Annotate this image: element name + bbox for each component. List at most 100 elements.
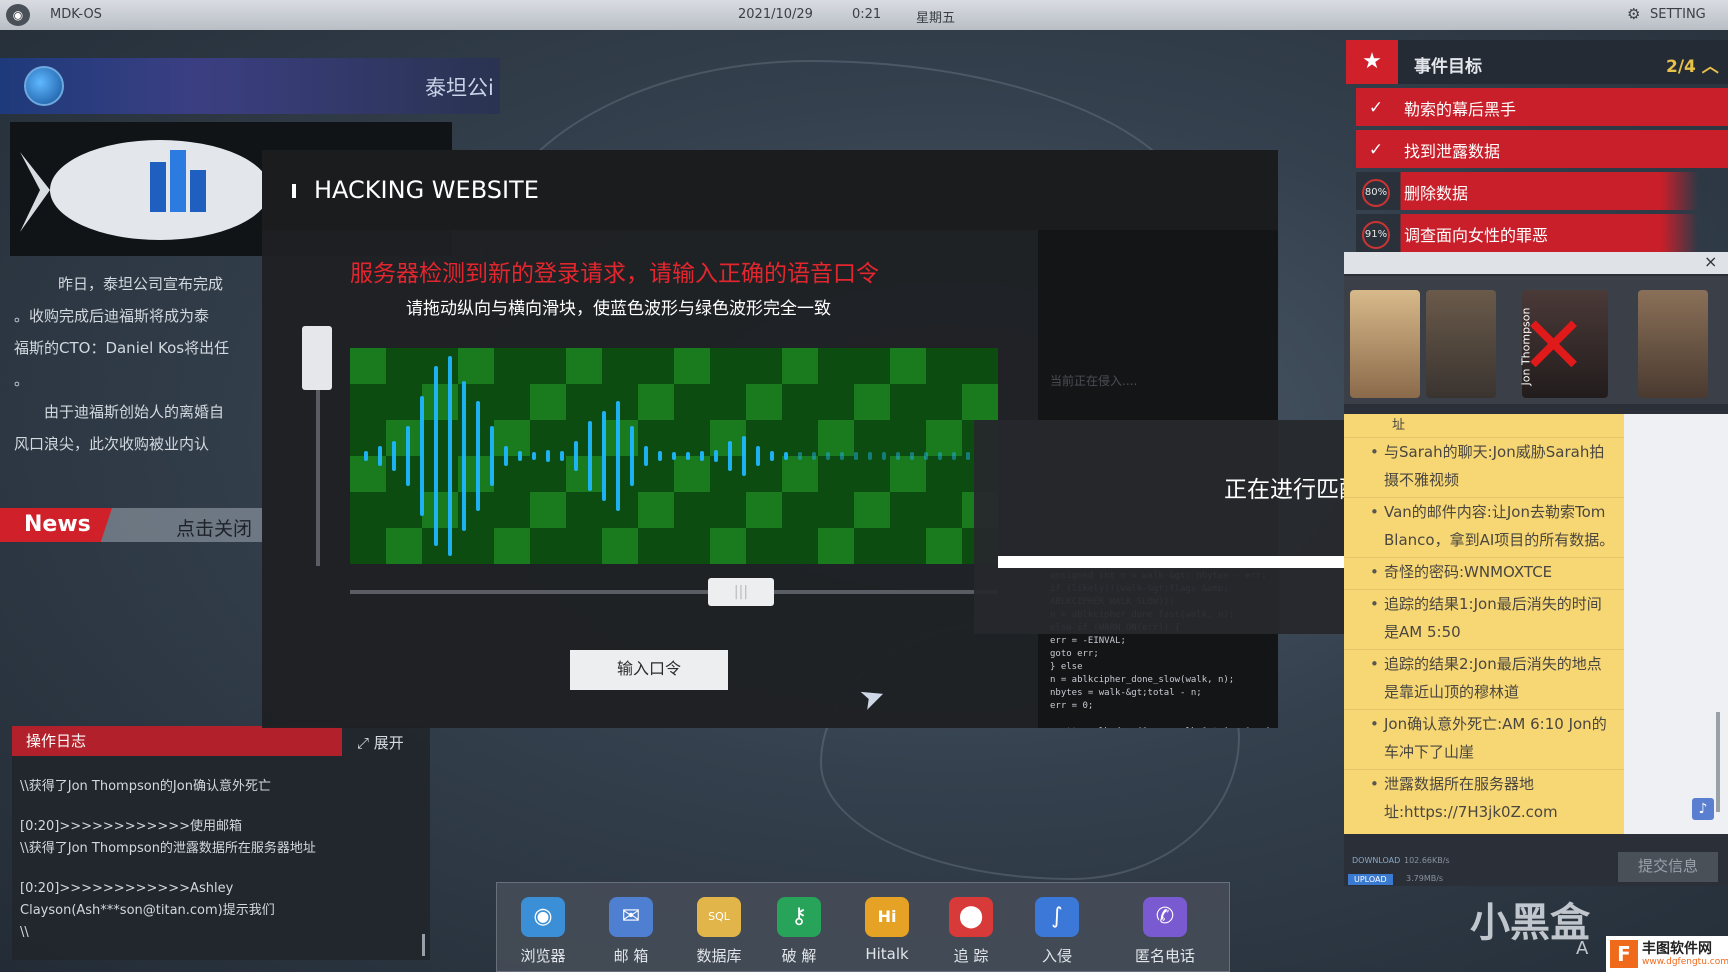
waveform-grid-cell bbox=[494, 528, 530, 564]
horizontal-slider-handle[interactable]: ||| bbox=[708, 578, 774, 606]
news-ticker-bar: News 点击关闭 bbox=[0, 508, 262, 542]
clue-item[interactable]: 追踪的结果2:Jon最后消失的地点是靠近山顶的穆林道 bbox=[1344, 649, 1624, 706]
slider-instruction: 请拖动纵向与横向滑块，使蓝色波形与绿色波形完全一致 bbox=[406, 299, 831, 319]
vertical-slider-handle[interactable] bbox=[302, 326, 332, 390]
news-paragraph: 风口浪尖，此次收购被业内认 bbox=[14, 435, 210, 453]
app-label: 追 踪 bbox=[953, 947, 989, 965]
system-topbar: ◉ MDK-OS 2021/10/29 0:21 星期五 ⚙ SETTING bbox=[0, 0, 1728, 30]
mission-header[interactable]: ★ 事件目标 2/4 ︿ bbox=[1346, 40, 1728, 84]
enter-passphrase-button[interactable]: 输入口令 bbox=[570, 650, 728, 690]
app-hitalk[interactable]: Hi Hitalk bbox=[851, 897, 923, 963]
waveform-bar bbox=[966, 452, 970, 460]
waveform-grid-cell bbox=[494, 420, 530, 456]
app-browser[interactable]: ◉ 浏览器 bbox=[507, 897, 579, 966]
clue-item[interactable]: 与Sarah的聊天:Jon威胁Sarah拍摄不雅视频 bbox=[1344, 437, 1624, 494]
waveform-grid-cell bbox=[854, 384, 890, 420]
waveform-bar bbox=[644, 446, 648, 466]
portrait-man[interactable] bbox=[1426, 290, 1496, 398]
clue-item[interactable]: Van的邮件内容:让Jon去勒索Tom Blanco，拿到AI项目的所有数据。 bbox=[1344, 497, 1624, 554]
clue-panel-titlebar bbox=[1344, 252, 1728, 274]
waveform-grid-cell bbox=[926, 420, 962, 456]
waveform-bar bbox=[504, 446, 508, 466]
portrait-man[interactable] bbox=[1638, 290, 1708, 398]
waveform-grid-cell bbox=[782, 456, 818, 492]
download-speed: 102.66KB/s bbox=[1404, 856, 1450, 865]
waveform-bar bbox=[602, 411, 606, 501]
log-scrollbar[interactable] bbox=[422, 934, 425, 956]
waveform-grid-cell bbox=[386, 420, 422, 456]
log-line: \\获得了Jon Thompson的Jon确认意外死亡 bbox=[20, 779, 271, 794]
clue-item[interactable]: 追踪的结果1:Jon最后消失的时间是AM 5:50 bbox=[1344, 589, 1624, 646]
news-close-button[interactable]: 点击关闭 bbox=[176, 514, 252, 541]
setting-button[interactable]: SETTING bbox=[1650, 7, 1706, 22]
news-tag: News bbox=[0, 508, 112, 542]
app-track[interactable]: ⬤ 追 踪 bbox=[935, 897, 1007, 966]
gear-icon[interactable]: ⚙ bbox=[1627, 5, 1640, 23]
music-note-icon[interactable]: ♪ bbox=[1692, 798, 1714, 820]
news-window-header: 泰坦公i bbox=[0, 58, 500, 114]
upload-speed: 3.79MB/s bbox=[1406, 874, 1444, 883]
clue-item[interactable]: 泄露数据所在服务器地址:https://7H3jk0Z.com bbox=[1344, 769, 1624, 826]
news-paragraph: 。 bbox=[14, 371, 30, 389]
mouse-cursor-icon: ➤ bbox=[854, 676, 891, 719]
waveform-grid-cell bbox=[566, 348, 602, 384]
waveform-grid-cell bbox=[890, 348, 926, 384]
waveform-grid-cell bbox=[710, 528, 746, 564]
waveform-bar bbox=[826, 452, 830, 460]
clue-item[interactable]: Jon确认意外死亡:AM 6:10 Jon的车冲下了山崖 bbox=[1344, 709, 1624, 766]
waveform-grid-cell bbox=[746, 384, 782, 420]
character-portraits: Jon Thompson ✕ bbox=[1344, 276, 1728, 404]
site-url: www.dgfengtu.com bbox=[1642, 957, 1728, 967]
app-intrude[interactable]: ∫ 入侵 bbox=[1021, 897, 1093, 966]
check-icon: ✓ bbox=[1368, 98, 1384, 118]
waveform-bar bbox=[714, 450, 718, 462]
waveform-bar bbox=[476, 401, 480, 511]
waveform-bar bbox=[532, 452, 536, 460]
waveform-grid-cell bbox=[782, 348, 818, 384]
waveform-bar bbox=[658, 451, 662, 461]
waveform-bar bbox=[616, 401, 620, 511]
waveform-bar bbox=[630, 426, 634, 486]
task-progress: 91% bbox=[1362, 221, 1390, 249]
clue-scrollbar[interactable] bbox=[1716, 712, 1720, 812]
site-name: 丰图软件网 bbox=[1642, 941, 1712, 957]
waveform-bar bbox=[420, 396, 424, 516]
log-lines: \\获得了Jon Thompson的Jon确认意外死亡 [0:20]>>>>>>… bbox=[20, 776, 420, 944]
horizontal-slider-track[interactable] bbox=[350, 590, 998, 594]
hacking-website-dialog: HACKING WEBSITE 服务器检测到新的登录请求，请输入正确的语音口令 … bbox=[262, 150, 1608, 728]
mission-count: 2/4 ︿ bbox=[1666, 57, 1719, 77]
os-logo-icon[interactable]: ◉ bbox=[6, 4, 30, 26]
waveform-bar bbox=[868, 452, 872, 460]
task-progress: 80% bbox=[1362, 179, 1390, 207]
app-anon-phone[interactable]: ✆ 匿名电话 bbox=[1117, 897, 1213, 966]
log-expand-button[interactable]: ⤢ 展开 bbox=[357, 732, 404, 753]
waveform-bar bbox=[490, 426, 494, 486]
submit-info-button[interactable]: 提交信息 bbox=[1618, 852, 1718, 882]
site-watermark: A F 丰图软件网 www.dgfengtu.com bbox=[1576, 936, 1728, 972]
app-crack[interactable]: ⚷ 破 解 bbox=[763, 897, 835, 966]
globe-icon bbox=[24, 66, 64, 106]
waveform-grid-cell bbox=[674, 348, 710, 384]
site-logo-icon: F bbox=[1610, 940, 1638, 968]
globe-icon: ◉ bbox=[521, 897, 565, 937]
login-warning: 服务器检测到新的登录请求，请输入正确的语音口令 bbox=[350, 261, 879, 287]
waveform-bar bbox=[686, 452, 690, 460]
watermark-prefix: A bbox=[1576, 938, 1589, 959]
app-database[interactable]: SQL 数据库 bbox=[683, 897, 755, 966]
close-icon[interactable]: × bbox=[1704, 252, 1717, 271]
app-mail[interactable]: ✉ 邮 箱 bbox=[595, 897, 667, 966]
mission-objectives-panel: ★ 事件目标 2/4 ︿ ✓ 勒索的幕后黑手 ✓ 找到泄露数据 80% 删除数据… bbox=[1346, 40, 1728, 252]
news-paragraph: 由于迪福斯创始人的离婚自 bbox=[44, 403, 225, 421]
os-name: MDK-OS bbox=[50, 7, 102, 22]
waveform-bar bbox=[406, 426, 410, 486]
portrait-woman[interactable] bbox=[1350, 290, 1420, 398]
waveform-bar bbox=[812, 452, 816, 460]
waveform-bar bbox=[770, 451, 774, 461]
phone-icon: ✆ bbox=[1143, 897, 1187, 937]
download-label: DOWNLOAD bbox=[1352, 856, 1401, 865]
waveform-bar bbox=[910, 452, 914, 460]
clue-item[interactable]: 奇怪的密码:WNMOXTCE bbox=[1344, 557, 1624, 586]
news-title: 泰坦公i bbox=[425, 76, 494, 100]
chevron-up-icon[interactable]: ︿ bbox=[1702, 57, 1719, 77]
waveform-bar bbox=[882, 452, 886, 460]
